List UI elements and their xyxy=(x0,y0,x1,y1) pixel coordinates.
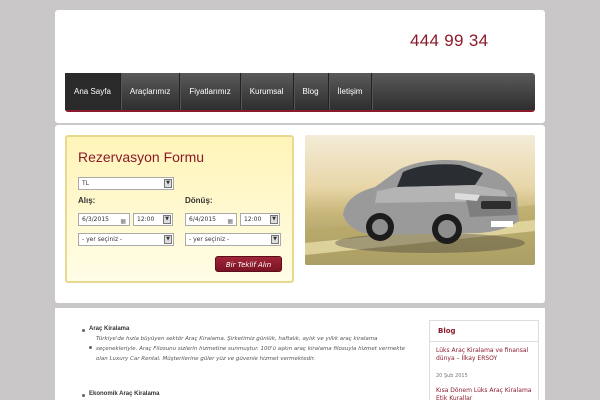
car-illustration xyxy=(305,160,535,265)
chevron-down-icon: ▼ xyxy=(164,179,172,188)
bullet-icon xyxy=(82,394,85,397)
calendar-icon: ▦ xyxy=(120,218,126,225)
return-time-select[interactable]: 12:00 ▼ xyxy=(240,213,280,226)
chevron-down-icon: ▼ xyxy=(163,215,171,224)
pickup-date-input[interactable]: 6/3/2015 ▦ xyxy=(78,213,130,226)
chevron-down-icon: ▼ xyxy=(271,235,279,244)
pickup-time-select[interactable]: 12:00 ▼ xyxy=(133,213,173,226)
car-image xyxy=(305,135,535,265)
get-quote-button[interactable]: Bir Teklif Alın xyxy=(215,256,282,272)
chevron-down-icon: ▼ xyxy=(164,235,172,244)
divider xyxy=(430,341,538,342)
return-place-value: - yer seçiniz - xyxy=(189,236,230,243)
return-label: Dönüş: xyxy=(185,196,213,205)
hero-section: Rezervasyon Formu TL ▼ Alış: Dönüş: 6/3/… xyxy=(55,125,545,303)
section-title-economic: Ekonomik Araç Kiralama xyxy=(89,391,160,397)
nav-item-home[interactable]: Ana Sayfa xyxy=(65,73,121,110)
pickup-date-value: 6/3/2015 xyxy=(82,216,109,223)
pickup-time-value: 12:00 xyxy=(137,216,155,223)
nav-item-contact[interactable]: İletişim xyxy=(329,73,373,110)
blog-post-date-1: 20 Şub 2015 xyxy=(436,373,468,379)
form-title: Rezervasyon Formu xyxy=(78,149,205,165)
nav-item-cars[interactable]: Araçlarımız xyxy=(121,73,181,110)
blog-widget: Blog Lüks Araç Kiralama ve finansal düny… xyxy=(429,320,539,400)
phone-number: 444 99 34 xyxy=(410,31,489,50)
section-title-rental: Araç Kiralama xyxy=(89,326,130,332)
blog-post-link-1[interactable]: Lüks Araç Kiralama ve finansal dünya – İ… xyxy=(436,347,536,363)
pickup-place-select[interactable]: - yer seçiniz - ▼ xyxy=(78,233,174,246)
return-date-input[interactable]: 6/4/2015 ▦ xyxy=(185,213,237,226)
bullet-icon xyxy=(82,329,85,332)
section-text-rental: Türkiye'de hızla büyüyen sektör Araç Kir… xyxy=(96,336,406,362)
currency-value: TL xyxy=(82,180,90,187)
return-time-value: 12:00 xyxy=(244,216,262,223)
return-date-value: 6/4/2015 xyxy=(189,216,216,223)
blog-title: Blog xyxy=(438,327,456,335)
chevron-down-icon: ▼ xyxy=(270,215,278,224)
nav-item-corporate[interactable]: Kurumsal xyxy=(241,73,294,110)
bullet-icon xyxy=(89,346,92,349)
content-section: Araç Kiralama Türkiye'de hızla büyüyen s… xyxy=(55,308,545,400)
main-nav: Ana Sayfa Araçlarımız Fiyatlarımız Kurum… xyxy=(65,73,535,112)
pickup-label: Alış: xyxy=(78,196,96,205)
pickup-place-value: - yer seçiniz - xyxy=(82,236,123,243)
reservation-form: Rezervasyon Formu TL ▼ Alış: Dönüş: 6/3/… xyxy=(65,135,294,283)
site-header: 444 99 34 Ana Sayfa Araçlarımız Fiyatlar… xyxy=(55,10,545,123)
return-place-select[interactable]: - yer seçiniz - ▼ xyxy=(185,233,281,246)
calendar-icon: ▦ xyxy=(227,218,233,225)
currency-select[interactable]: TL ▼ xyxy=(78,177,174,190)
nav-item-blog[interactable]: Blog xyxy=(294,73,329,110)
blog-post-link-2[interactable]: Kısa Dönem Lüks Araç Kiralama Etik Kural… xyxy=(436,387,536,400)
nav-item-prices[interactable]: Fiyatlarımız xyxy=(180,73,241,110)
